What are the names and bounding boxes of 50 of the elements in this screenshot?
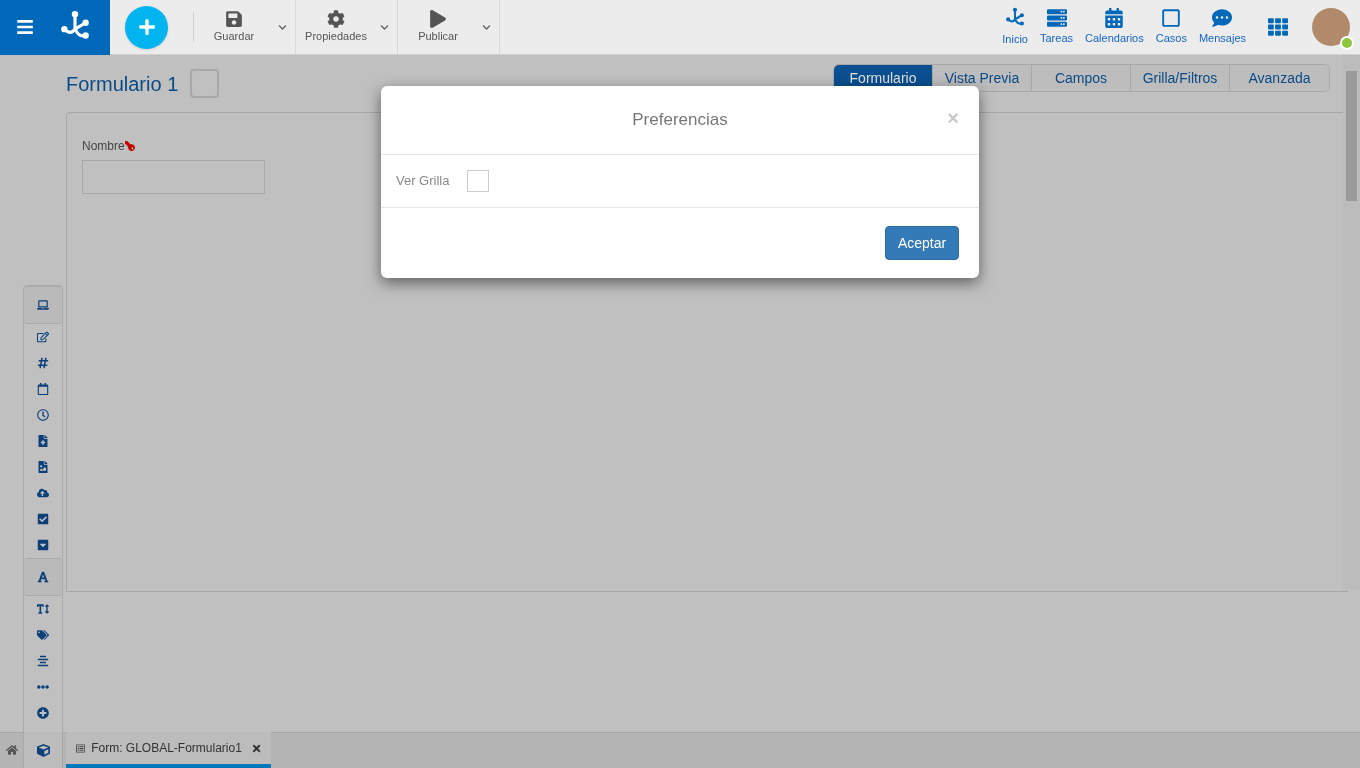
cube-icon[interactable] — [36, 743, 50, 757]
cloud-upload-icon[interactable] — [37, 487, 49, 499]
calendar-icon — [1104, 7, 1125, 28]
document-tab[interactable]: Form: GLOBAL-Formulario1 — [66, 732, 271, 768]
avatar[interactable] — [1312, 8, 1350, 46]
chevron-down-icon[interactable] — [380, 22, 389, 32]
clock-icon[interactable] — [37, 409, 49, 421]
toolbar-button[interactable]: Guardar — [194, 9, 274, 45]
chevron-down-icon[interactable] — [278, 22, 287, 32]
close-icon[interactable] — [251, 742, 261, 754]
grid-icon — [1268, 17, 1288, 37]
play-icon — [429, 9, 447, 28]
chevron-down-icon[interactable] — [482, 22, 491, 32]
text-height-icon[interactable] — [37, 603, 49, 615]
laptop-icon[interactable] — [37, 299, 49, 311]
field-label: Nombre — [82, 138, 125, 155]
checkbox-icon[interactable] — [37, 513, 49, 525]
text-field[interactable] — [82, 160, 265, 194]
nav-item[interactable]: Inicio — [996, 6, 1034, 48]
dialog-title: Preferencias — [632, 109, 728, 132]
home-icon[interactable] — [5, 744, 18, 756]
toolbar-button[interactable]: Propiedades — [296, 9, 376, 45]
nav-item[interactable]: Casos — [1149, 7, 1193, 47]
form-title: Formulario 1 — [66, 71, 179, 97]
tags-icon[interactable] — [37, 629, 49, 641]
image-file-icon[interactable] — [37, 461, 49, 473]
menu-icon — [16, 18, 34, 36]
toolbar-button[interactable]: Publicar — [398, 9, 478, 45]
calendar-icon[interactable] — [37, 383, 49, 395]
nav-item[interactable]: Mensajes — [1192, 7, 1252, 47]
edit-icon[interactable] — [37, 331, 49, 343]
checkbox[interactable] — [467, 170, 490, 192]
font-icon[interactable] — [37, 571, 49, 583]
nav-item[interactable]: Calendarios — [1079, 7, 1150, 47]
list-icon — [76, 742, 86, 754]
file-icon[interactable] — [37, 435, 49, 447]
tab-label: Form: GLOBAL-Formulario1 — [91, 740, 242, 757]
speech-bubble-icon — [1212, 7, 1233, 28]
align-center-icon[interactable] — [37, 655, 49, 667]
gear-icon — [327, 9, 345, 28]
tasks-icon — [1046, 7, 1067, 28]
hashtag-icon[interactable] — [37, 357, 49, 369]
dropdown-icon[interactable] — [37, 539, 49, 551]
plus-icon — [137, 18, 156, 36]
scrollbar[interactable] — [1343, 55, 1360, 590]
accept-button[interactable]: Aceptar — [885, 226, 959, 260]
apps-grid-button[interactable] — [1268, 17, 1288, 37]
nav-item[interactable]: Tareas — [1034, 7, 1080, 47]
menu-button[interactable] — [16, 18, 34, 36]
option-label: Ver Grilla — [396, 172, 450, 191]
